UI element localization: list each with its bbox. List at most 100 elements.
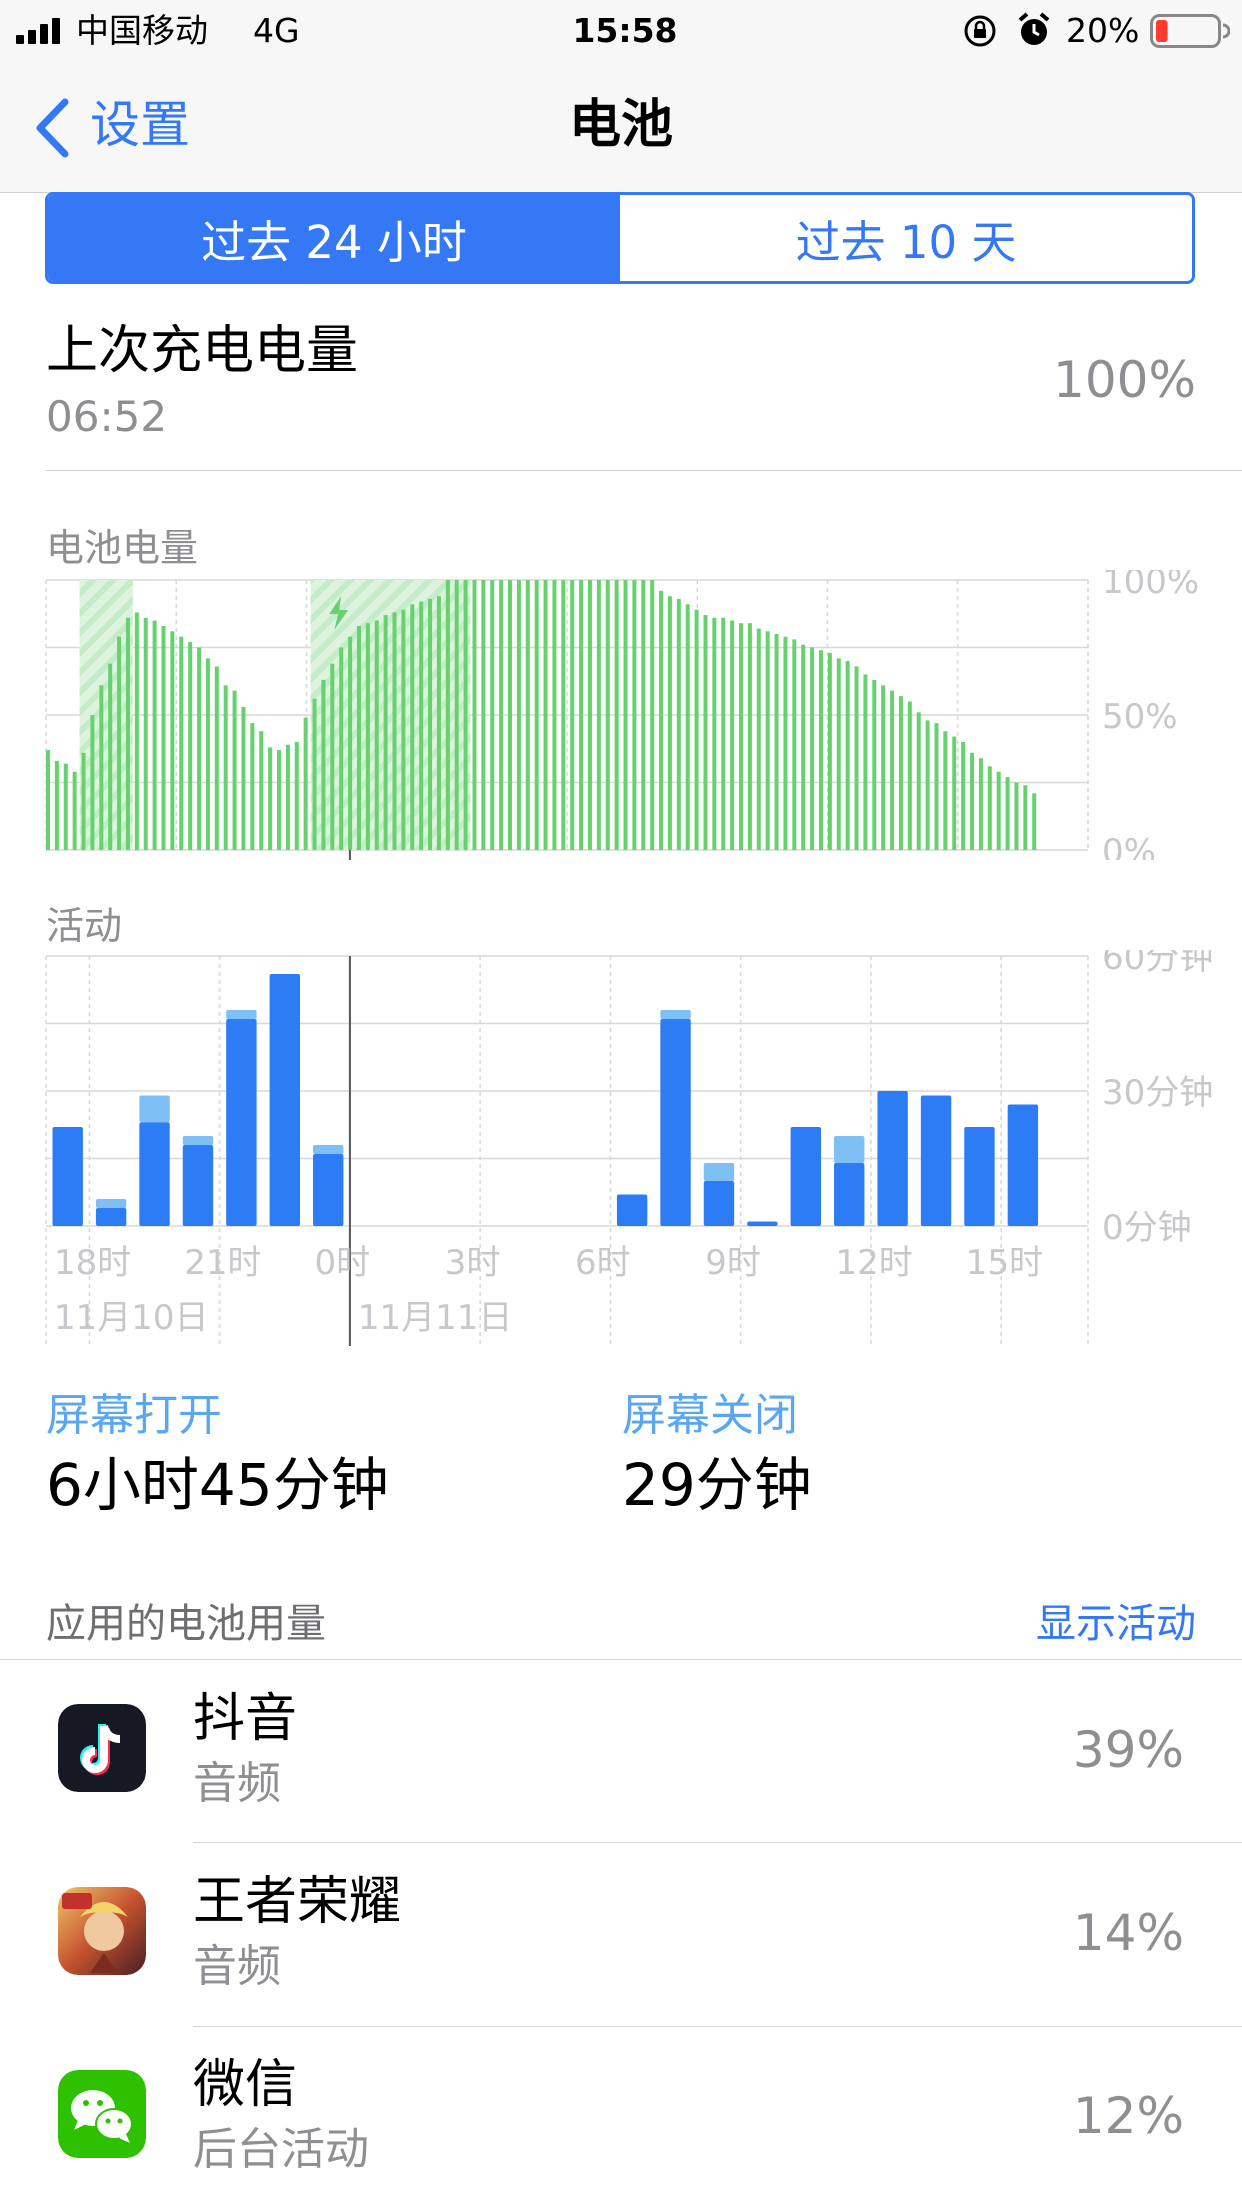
last-charge-label: 上次充电电量: [46, 321, 359, 381]
battery-bar: [996, 771, 1001, 850]
screen-on-bar: [182, 1145, 214, 1226]
battery-bar: [987, 766, 992, 850]
battery-bar: [356, 625, 361, 850]
battery-bar: [943, 731, 948, 850]
app-row-honor-of-kings[interactable]: [0, 1843, 1242, 2026]
battery-bar: [188, 642, 193, 850]
battery-bar: [205, 658, 210, 850]
screen-on-bar: [139, 1122, 170, 1226]
battery-bar: [561, 580, 566, 850]
show-activity-button[interactable]: 显示活动: [1036, 1600, 1196, 1648]
battery-y-tick: 50%: [1102, 697, 1178, 737]
battery-bar: [117, 636, 122, 850]
battery-percent: 20%: [1066, 11, 1140, 50]
divider: [46, 470, 1242, 471]
battery-bar: [1032, 793, 1037, 850]
segment-last-10-days[interactable]: 过去 10 天: [620, 195, 1192, 281]
battery-bar: [348, 636, 353, 850]
screen-on-bar: [52, 1127, 83, 1226]
battery-bar: [712, 617, 717, 850]
battery-bar: [81, 752, 86, 850]
douyin-app-icon: [58, 1704, 146, 1792]
battery-bar: [596, 580, 601, 850]
battery-bar: [854, 666, 859, 850]
app-name: 微信: [193, 2055, 298, 2115]
battery-bar: [579, 580, 584, 850]
app-row-douyin[interactable]: [0, 1660, 1242, 1842]
screen-on-bar: [790, 1127, 821, 1226]
battery-bar: [294, 742, 299, 850]
battery-bar: [730, 620, 735, 850]
battery-bar: [383, 615, 388, 850]
battery-bar: [268, 747, 273, 850]
battery-bar: [499, 580, 504, 850]
battery-bar: [428, 598, 433, 850]
activity-x-tick: 6时: [575, 1243, 631, 1283]
screen-on-bar: [834, 1163, 865, 1226]
battery-bar: [1014, 782, 1019, 850]
battery-bar: [747, 623, 752, 850]
battery-bar: [419, 601, 424, 850]
battery-bar: [90, 715, 95, 850]
screen-on-bar: [920, 1095, 952, 1226]
orientation-lock-icon: [964, 15, 996, 47]
screen-on-bar: [95, 1208, 127, 1226]
battery-bar: [543, 580, 548, 850]
battery-bar: [934, 723, 939, 850]
screen-on-bar: [269, 974, 300, 1226]
battery-bar: [881, 685, 886, 850]
app-row-wechat[interactable]: [0, 2027, 1242, 2208]
battery-bar: [641, 580, 646, 850]
battery-bar: [961, 742, 966, 850]
activity-x-tick: 9时: [705, 1243, 761, 1283]
screen-on-bar: [660, 1019, 691, 1226]
activity-y-tick: 60分钟: [1102, 950, 1213, 978]
battery-bar: [410, 604, 415, 850]
battery-bar: [516, 580, 521, 850]
battery-bar: [632, 580, 637, 850]
screen-on-bar: [964, 1127, 995, 1226]
battery-bar: [756, 628, 761, 850]
battery-bar: [445, 580, 450, 850]
screen-off-bar: [313, 1145, 344, 1154]
battery-bar: [818, 650, 823, 850]
screen-on-value: 6小时45分钟: [46, 1451, 389, 1519]
segment-last-24-hours[interactable]: 过去 24 小时: [48, 195, 620, 281]
battery-bar: [392, 612, 397, 850]
battery-bar: [46, 750, 50, 850]
battery-bar: [1005, 777, 1010, 850]
battery-bar: [54, 760, 59, 850]
battery-bar: [454, 580, 459, 850]
screen-on-bar: [703, 1181, 735, 1226]
app-usage-type: 音频: [193, 1758, 281, 1809]
battery-bar: [285, 744, 290, 850]
activity-chart-title: 活动: [46, 904, 123, 948]
screen-off-value: 29分钟: [622, 1451, 812, 1519]
battery-bar: [925, 720, 930, 850]
activity-date-label: 11月11日: [358, 1298, 513, 1338]
battery-bar: [339, 647, 344, 850]
app-battery-percent: 12%: [1072, 2087, 1184, 2145]
screen-off-bar: [703, 1163, 735, 1181]
battery-bar: [685, 604, 690, 850]
battery-bar: [970, 752, 975, 850]
app-name: 王者荣耀: [193, 1872, 402, 1932]
battery-bar: [952, 736, 957, 850]
battery-bar: [898, 696, 903, 850]
activity-x-tick: 21时: [184, 1243, 261, 1283]
battery-bar: [1023, 785, 1028, 850]
battery-level-chart: 100% 50% 0%: [45, 570, 1199, 860]
activity-x-tick: 15时: [966, 1243, 1043, 1283]
battery-bar: [534, 580, 539, 850]
battery-bar: [810, 647, 815, 850]
battery-bar: [241, 706, 246, 850]
battery-bar: [863, 674, 868, 850]
activity-x-tick: 3时: [445, 1243, 501, 1283]
last-charge-time: 06:52: [46, 392, 168, 441]
battery-bar: [63, 763, 68, 850]
battery-level-chart-title: 电池电量: [46, 526, 199, 570]
battery-bar: [605, 580, 610, 850]
screen-off-label: 屏幕关闭: [622, 1390, 798, 1441]
app-name: 抖音: [193, 1689, 298, 1749]
screen-on-bar: [1007, 1104, 1039, 1226]
